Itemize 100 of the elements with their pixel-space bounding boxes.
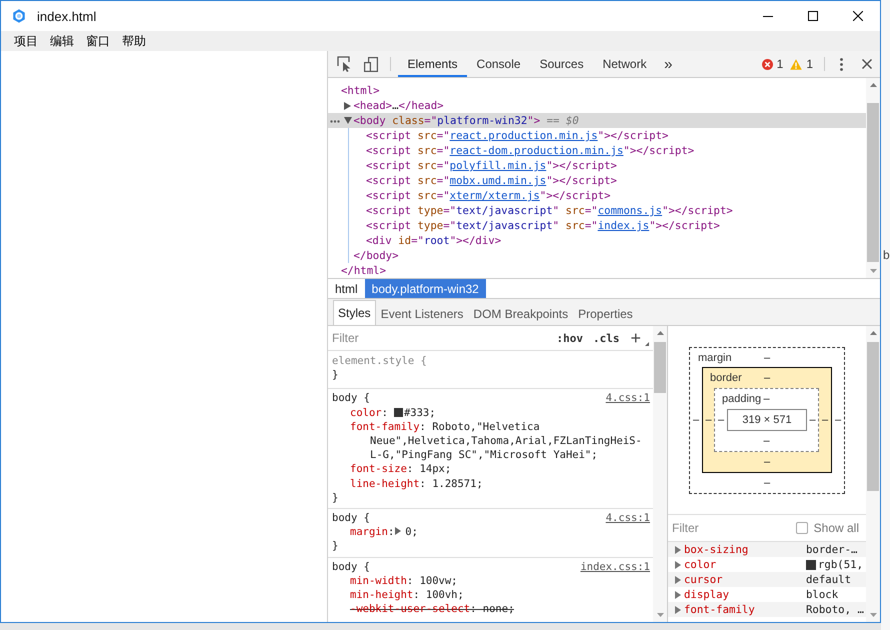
dom-node[interactable]: <script type="text/javascript" src="commons.js"></script>: [328, 203, 866, 218]
warning-count: 1: [806, 57, 813, 71]
css-property-name: color:: [350, 406, 388, 419]
file-link[interactable]: react-dom.production.min.js: [450, 143, 624, 158]
dom-node[interactable]: </html>: [328, 263, 866, 278]
scroll-down-icon[interactable]: [870, 613, 876, 617]
maximize-icon[interactable]: [808, 11, 818, 21]
dom-node[interactable]: <script src="react.production.min.js"></script>: [328, 128, 866, 143]
close-icon[interactable]: [852, 11, 862, 21]
css-selector: body {: [332, 391, 370, 406]
box-model-value: ‒: [718, 414, 724, 426]
triangle-down-icon[interactable]: [344, 117, 352, 124]
box-model-value: ‒: [822, 414, 828, 426]
scrollbar[interactable]: [866, 78, 880, 278]
tab[interactable]: Console: [467, 51, 530, 77]
box-model-value: ‒: [705, 414, 712, 426]
close-icon[interactable]: [862, 59, 872, 69]
css-selector: body {: [332, 560, 370, 574]
computed-property[interactable]: box-sizing border-…: [668, 542, 866, 557]
breadcrumb[interactable]: html: [328, 279, 365, 298]
color-swatch-icon[interactable]: [394, 408, 403, 417]
cls-toggle[interactable]: .cls: [592, 332, 620, 344]
css-declaration: line-height: 1.28571;: [349, 476, 484, 491]
css-declaration: min-width: 100vw;: [349, 574, 458, 588]
dom-node[interactable]: <script src="react-dom.production.min.js"></script>: [328, 143, 866, 158]
dom-node[interactable]: <div id="root"></div>: [328, 233, 866, 248]
file-link[interactable]: polyfill.min.js: [450, 158, 546, 173]
panel-tab[interactable]: Properties: [573, 301, 638, 325]
menu-item[interactable]: 编辑: [44, 31, 80, 51]
closing-brace: }: [332, 540, 338, 552]
computed-property[interactable]: font-family Roboto, …: [668, 602, 866, 617]
tab[interactable]: Network: [593, 51, 656, 77]
hexagon-icon: [12, 9, 26, 23]
kebab-menu-icon[interactable]: [840, 58, 842, 70]
css-declaration: min-height: 100vh;: [349, 588, 465, 602]
css-declaration: font-family: Roboto,"Helvetica Neue",Helvetica,Tahoma,Arial,FZLanTingHeiS-L-G,"PingFang SC","Microsoft YaHei";: [349, 420, 643, 462]
css-property-name: margin:: [350, 526, 394, 538]
content-box: 319 × 571: [727, 409, 807, 431]
scrollbar[interactable]: [653, 326, 667, 622]
box-model-value: ‒: [764, 352, 770, 364]
breadcrumb[interactable]: body.platform-win32: [364, 279, 486, 298]
scroll-down-icon[interactable]: [656, 613, 664, 617]
scroll-up-icon[interactable]: [870, 83, 876, 87]
filter-field[interactable]: Filter: [672, 521, 772, 535]
tab[interactable]: Sources: [530, 51, 594, 77]
computed-property[interactable]: display block: [668, 587, 866, 602]
checkbox-label[interactable]: Show all: [814, 521, 859, 535]
dom-node[interactable]: <html>: [328, 83, 866, 98]
panel-tab[interactable]: Styles: [333, 300, 376, 325]
dom-node[interactable]: <script src="xterm/xterm.js"></script>: [328, 188, 866, 203]
panel-tab[interactable]: DOM Breakpoints: [468, 301, 574, 325]
css-source-link[interactable]: index.css:1: [580, 560, 650, 574]
triangle-right-icon[interactable]: [395, 527, 402, 536]
box-model-label: margin: [698, 352, 732, 364]
error-icon[interactable]: [762, 58, 773, 70]
phone-tablet-icon[interactable]: [364, 56, 378, 72]
computed-property[interactable]: cursor default: [668, 572, 866, 587]
more-tabs-button[interactable]: »: [656, 51, 680, 77]
new-rule-button[interactable]: +: [630, 329, 641, 347]
menu-item[interactable]: 帮助: [116, 31, 152, 51]
file-link[interactable]: commons.js: [598, 203, 662, 218]
scroll-down-icon[interactable]: [870, 269, 876, 273]
file-link[interactable]: xterm/xterm.js: [450, 188, 540, 203]
menu-item[interactable]: 项目: [8, 31, 44, 51]
file-link[interactable]: mobx.umd.min.js: [450, 173, 546, 188]
computed-property[interactable]: color rgb(51,: [668, 557, 866, 572]
dom-node[interactable]: <script src="mobx.umd.min.js"></script>: [328, 173, 866, 188]
scroll-up-icon[interactable]: [656, 331, 664, 335]
dom-node[interactable]: </body>: [328, 248, 866, 263]
hov-toggle[interactable]: :hov: [556, 332, 583, 344]
show-all-checkbox[interactable]: [796, 522, 808, 534]
menu-item[interactable]: 窗口: [80, 31, 116, 51]
scrollbar[interactable]: [866, 326, 880, 622]
box-model-value: ‒: [764, 477, 770, 489]
box-model-value: ‒: [764, 456, 770, 468]
file-link[interactable]: react.production.min.js: [450, 128, 598, 143]
dom-node[interactable]: <head>…</head>: [328, 98, 866, 113]
box-model-value: ‒: [764, 372, 770, 384]
dom-node[interactable]: <script src="polyfill.min.js"></script>: [328, 158, 866, 173]
panel-tab[interactable]: Event Listeners: [376, 301, 468, 325]
css-property-value: 0;: [405, 526, 418, 538]
css-source-link[interactable]: 4.css:1: [606, 391, 650, 406]
filter-field[interactable]: Filter: [332, 331, 472, 345]
scrollbar-thumb[interactable]: [654, 342, 666, 393]
tab[interactable]: Elements: [398, 51, 468, 77]
more-dots-icon[interactable]: [330, 120, 340, 123]
closing-brace: }: [332, 492, 338, 504]
triangle-right-icon[interactable]: [344, 102, 350, 110]
closing-brace: }: [332, 369, 338, 382]
dom-node[interactable]: <body class="platform-win32"> == $0: [328, 113, 866, 128]
css-declaration: font-size: 14px;: [349, 462, 452, 477]
css-property-value: #333;: [404, 406, 436, 419]
file-link[interactable]: index.js: [598, 218, 650, 233]
scroll-up-icon[interactable]: [870, 331, 876, 335]
error-count: 1: [776, 57, 784, 71]
pointer-box-icon[interactable]: [336, 56, 352, 72]
scrollbar-thumb[interactable]: [867, 103, 879, 262]
scrollbar-thumb[interactable]: [867, 342, 879, 491]
dom-node[interactable]: <script type="text/javascript" src="index.js"></script>: [328, 218, 866, 233]
css-source-link[interactable]: 4.css:1: [606, 511, 650, 526]
